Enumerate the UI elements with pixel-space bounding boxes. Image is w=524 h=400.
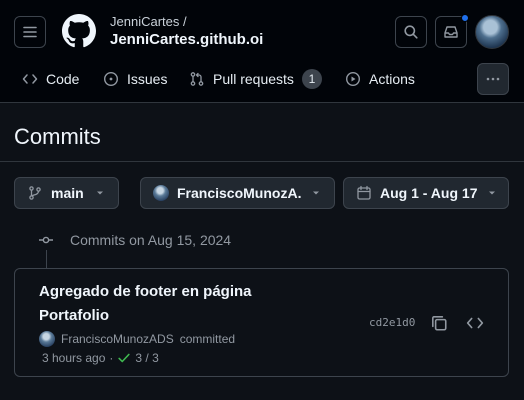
git-branch-icon — [29, 186, 41, 200]
app-header: JenniCartes / JenniCartes.github.oi Code — [0, 0, 524, 103]
date-range-label: Aug 1 - Aug 17 — [380, 185, 478, 201]
tab-label: Code — [46, 71, 80, 87]
copy-icon[interactable] — [430, 314, 448, 332]
calendar-icon — [357, 185, 371, 200]
commit-sha-link[interactable]: cd2e1d0 — [369, 316, 415, 329]
page-title: Commits — [14, 124, 101, 149]
checks-count[interactable]: 3 / 3 — [135, 351, 158, 365]
date-range-selector[interactable]: Aug 1 - Aug 17 — [343, 177, 509, 209]
check-icon[interactable] — [117, 351, 131, 365]
repo-name-link[interactable]: JenniCartes.github.oi — [110, 31, 263, 48]
tab-label: Actions — [369, 71, 415, 87]
git-pull-request-icon — [190, 72, 204, 86]
commit-message-link[interactable]: Agregado de footer en página Portafolio — [39, 280, 279, 328]
triangle-down-icon — [97, 191, 103, 195]
commit-author-info: FranciscoMunozADS committed — [39, 331, 235, 347]
user-avatar[interactable] — [475, 15, 509, 49]
hamburger-icon — [23, 26, 37, 38]
browse-code-icon[interactable] — [466, 314, 484, 332]
kebab-horizontal-icon — [486, 77, 500, 81]
menu-button[interactable] — [14, 16, 46, 48]
author-name: FranciscoMunozA... — [177, 185, 302, 201]
search-button[interactable] — [395, 16, 427, 48]
code-icon — [22, 74, 38, 84]
git-commit-icon — [39, 236, 53, 244]
search-icon — [404, 25, 418, 39]
repo-nav-tabs: Code Issues Pull requests 1 Actions — [0, 64, 524, 94]
tab-label: Pull requests — [213, 71, 294, 87]
author-avatar — [153, 185, 169, 201]
pull-requests-count: 1 — [301, 69, 322, 89]
commit-group-date: Commits on Aug 15, 2024 — [70, 232, 232, 248]
separator-dot: · — [109, 351, 114, 365]
notifications-button[interactable] — [435, 14, 469, 48]
tab-issues[interactable]: Issues — [103, 64, 167, 94]
branch-name: main — [51, 185, 84, 201]
github-logo-icon[interactable] — [62, 14, 96, 48]
inbox-icon — [444, 26, 458, 38]
play-icon — [345, 71, 361, 87]
commit-group-header: Commits on Aug 15, 2024 — [38, 232, 231, 248]
triangle-down-icon — [488, 191, 495, 195]
branch-selector[interactable]: main — [14, 177, 119, 209]
tab-label: Issues — [127, 71, 168, 87]
tab-pull-requests[interactable]: Pull requests 1 — [189, 64, 322, 94]
commit-row: Agregado de footer en página Portafolio … — [14, 268, 509, 377]
more-tabs-button[interactable] — [477, 63, 509, 95]
commit-time: 3 hours ago — [42, 351, 106, 365]
tab-actions[interactable]: Actions — [345, 64, 415, 94]
commit-author-link[interactable]: FranciscoMunozADS — [61, 332, 174, 346]
author-selector[interactable]: FranciscoMunozA... — [140, 177, 335, 209]
commit-status-line: 3 hours ago · 3 / 3 — [42, 351, 159, 365]
tab-code[interactable]: Code — [22, 64, 79, 94]
commit-action-text: committed — [179, 332, 236, 346]
divider — [0, 161, 524, 162]
timeline-line — [46, 250, 47, 268]
issue-opened-icon — [103, 71, 119, 87]
unread-indicator — [461, 14, 469, 22]
repo-owner-link[interactable]: JenniCartes / — [110, 14, 187, 29]
triangle-down-icon — [313, 191, 319, 195]
author-avatar[interactable] — [39, 331, 55, 347]
